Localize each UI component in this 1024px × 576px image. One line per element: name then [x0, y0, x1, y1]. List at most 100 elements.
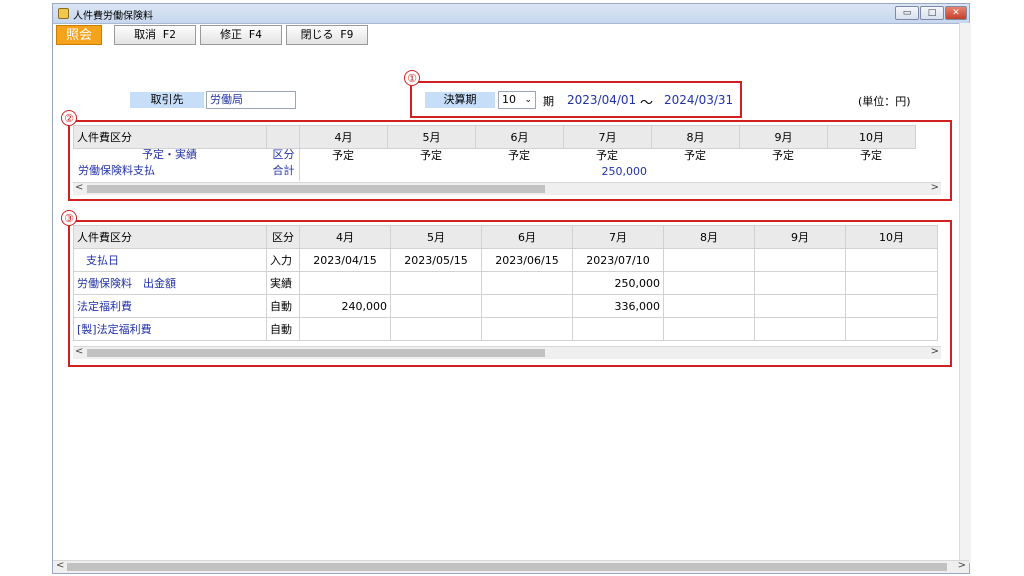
grid2-header-m5: 5月 — [387, 125, 476, 149]
grid3-row-kubun: 実績 — [266, 271, 300, 295]
minimize-button[interactable]: ▭ — [895, 6, 919, 20]
grid3-cell[interactable]: 2023/05/15 — [390, 248, 482, 272]
grid3-cell[interactable] — [663, 294, 755, 318]
title-bar: 人件費労働保険料 ▭ □ ✕ — [53, 4, 969, 24]
grid3-row-kubun: 自動 — [266, 294, 300, 318]
grid3-header-kubun: 区分 — [266, 225, 300, 249]
scroll-left-icon[interactable]: < — [75, 346, 83, 357]
close-button[interactable]: 閉じる F9 — [286, 25, 368, 45]
table-row[interactable]: 法定福利費 自動 240,000 336,000 — [73, 294, 938, 318]
grid2-row2-kubun: 合計 — [272, 164, 295, 177]
scroll-right-icon[interactable]: > — [931, 346, 939, 357]
grid3-cell[interactable] — [299, 271, 391, 295]
grid2-plan-m7[interactable]: 予定 — [563, 147, 651, 163]
grid3-cell[interactable] — [481, 294, 573, 318]
detail-grid: 人件費区分 区分 4月 5月 6月 7月 8月 9月 10月 支払日 入力 20… — [73, 225, 938, 341]
grid2-header-m10: 10月 — [827, 125, 916, 149]
grid2-plan-m10[interactable]: 予定 — [827, 147, 915, 163]
window-scroll-thumb[interactable] — [67, 563, 947, 571]
scroll-right-icon[interactable]: > — [958, 560, 966, 571]
grid3-row-kubun: 自動 — [266, 317, 300, 341]
grid3-cell[interactable]: 250,000 — [572, 271, 664, 295]
app-icon — [58, 8, 69, 19]
grid3-cell[interactable] — [754, 294, 846, 318]
grid2-row2-label: 労働保険料支払 — [78, 164, 155, 177]
grid3-cell[interactable]: 336,000 — [572, 294, 664, 318]
grid3-header-m7: 7月 — [572, 225, 664, 249]
summary-grid-body: 予定・実績 労働保険料支払 区分 合計 予定 予定 予定 予定 予定 予定 予定… — [73, 147, 915, 181]
period-value: 10 — [502, 93, 516, 106]
grid3-horizontal-scrollbar[interactable]: < > — [73, 346, 941, 359]
grid2-row1-kubun: 区分 — [272, 148, 295, 161]
grid2-plan-m8[interactable]: 予定 — [651, 147, 739, 163]
grid3-cell[interactable] — [390, 294, 482, 318]
cancel-button[interactable]: 取消 F2 — [114, 25, 196, 45]
grid2-header-m6: 6月 — [475, 125, 564, 149]
grid3-row-label: 労働保険料 出金額 — [73, 271, 267, 295]
grid3-cell[interactable] — [390, 317, 482, 341]
grid2-row1-label: 予定・実績 — [142, 148, 197, 161]
grid2-plan-m6[interactable]: 予定 — [475, 147, 563, 163]
grid2-plan-m5[interactable]: 予定 — [387, 147, 475, 163]
grid3-row-kubun: 入力 — [266, 248, 300, 272]
annotation-marker-2: ② — [61, 110, 77, 126]
grid3-cell[interactable] — [481, 271, 573, 295]
window-vertical-scrollbar[interactable] — [959, 23, 971, 563]
period-label: 決算期 — [425, 92, 495, 108]
partner-field[interactable]: 労働局 — [206, 91, 296, 109]
annotation-marker-1: ① — [404, 70, 420, 86]
grid3-cell[interactable] — [481, 317, 573, 341]
grid2-scroll-thumb[interactable] — [87, 185, 545, 193]
grid3-cell[interactable]: 2023/06/15 — [481, 248, 573, 272]
grid3-cell[interactable] — [572, 317, 664, 341]
maximize-button[interactable]: □ — [920, 6, 944, 20]
grid2-header-m9: 9月 — [739, 125, 828, 149]
summary-grid: 人件費区分 4月 5月 6月 7月 8月 9月 10月 — [73, 125, 916, 149]
grid3-scroll-thumb[interactable] — [87, 349, 545, 357]
modify-button[interactable]: 修正 F4 — [200, 25, 282, 45]
grid3-header-m5: 5月 — [390, 225, 482, 249]
grid2-horizontal-scrollbar[interactable]: < > — [73, 182, 941, 195]
scroll-left-icon[interactable]: < — [75, 182, 83, 193]
grid3-header-category: 人件費区分 — [73, 225, 267, 249]
scroll-right-icon[interactable]: > — [931, 182, 939, 193]
grid3-cell[interactable] — [390, 271, 482, 295]
grid3-cell[interactable]: 2023/07/10 — [572, 248, 664, 272]
grid3-cell[interactable] — [754, 317, 846, 341]
grid3-cell[interactable] — [299, 317, 391, 341]
table-row[interactable]: 労働保険料 出金額 実績 250,000 — [73, 271, 938, 295]
grid3-row-label: 支払日 — [73, 248, 267, 272]
grid3-cell[interactable] — [845, 248, 938, 272]
grid3-cell[interactable]: 240,000 — [299, 294, 391, 318]
table-row[interactable]: 支払日 入力 2023/04/15 2023/05/15 2023/06/15 … — [73, 248, 938, 272]
date-to: 2024/03/31 — [664, 93, 734, 107]
grid3-cell[interactable] — [663, 271, 755, 295]
close-window-button[interactable]: ✕ — [945, 6, 967, 20]
grid3-cell[interactable] — [845, 271, 938, 295]
grid3-cell[interactable] — [663, 317, 755, 341]
period-select[interactable]: 10 ⌄ — [498, 91, 536, 109]
period-unit: 期 — [543, 95, 554, 108]
grid3-header-m6: 6月 — [481, 225, 573, 249]
window-horizontal-scrollbar[interactable]: < > — [53, 560, 969, 573]
app-window: 人件費労働保険料 ▭ □ ✕ 照会 取消 F2 修正 F4 閉じる F9 取引先… — [52, 3, 971, 574]
annotation-marker-3: ③ — [61, 210, 77, 226]
grid2-header-m4: 4月 — [299, 125, 388, 149]
scroll-left-icon[interactable]: < — [56, 560, 64, 571]
grid3-cell[interactable] — [754, 271, 846, 295]
grid2-header-m7: 7月 — [563, 125, 652, 149]
grid2-plan-m4[interactable]: 予定 — [299, 147, 387, 163]
chevron-down-icon: ⌄ — [524, 95, 532, 105]
tilde: ～ — [640, 96, 654, 111]
grid3-cell[interactable] — [845, 317, 938, 341]
grid3-cell[interactable]: 2023/04/15 — [299, 248, 391, 272]
grid3-cell[interactable] — [663, 248, 755, 272]
grid2-plan-m9[interactable]: 予定 — [739, 147, 827, 163]
grid3-cell[interactable] — [845, 294, 938, 318]
grid3-row-label: [製]法定福利費 — [73, 317, 267, 341]
table-row[interactable]: [製]法定福利費 自動 — [73, 317, 938, 341]
grid3-header-m4: 4月 — [299, 225, 391, 249]
mode-indicator: 照会 — [56, 25, 102, 45]
grid3-cell[interactable] — [754, 248, 846, 272]
grid2-header-m8: 8月 — [651, 125, 740, 149]
